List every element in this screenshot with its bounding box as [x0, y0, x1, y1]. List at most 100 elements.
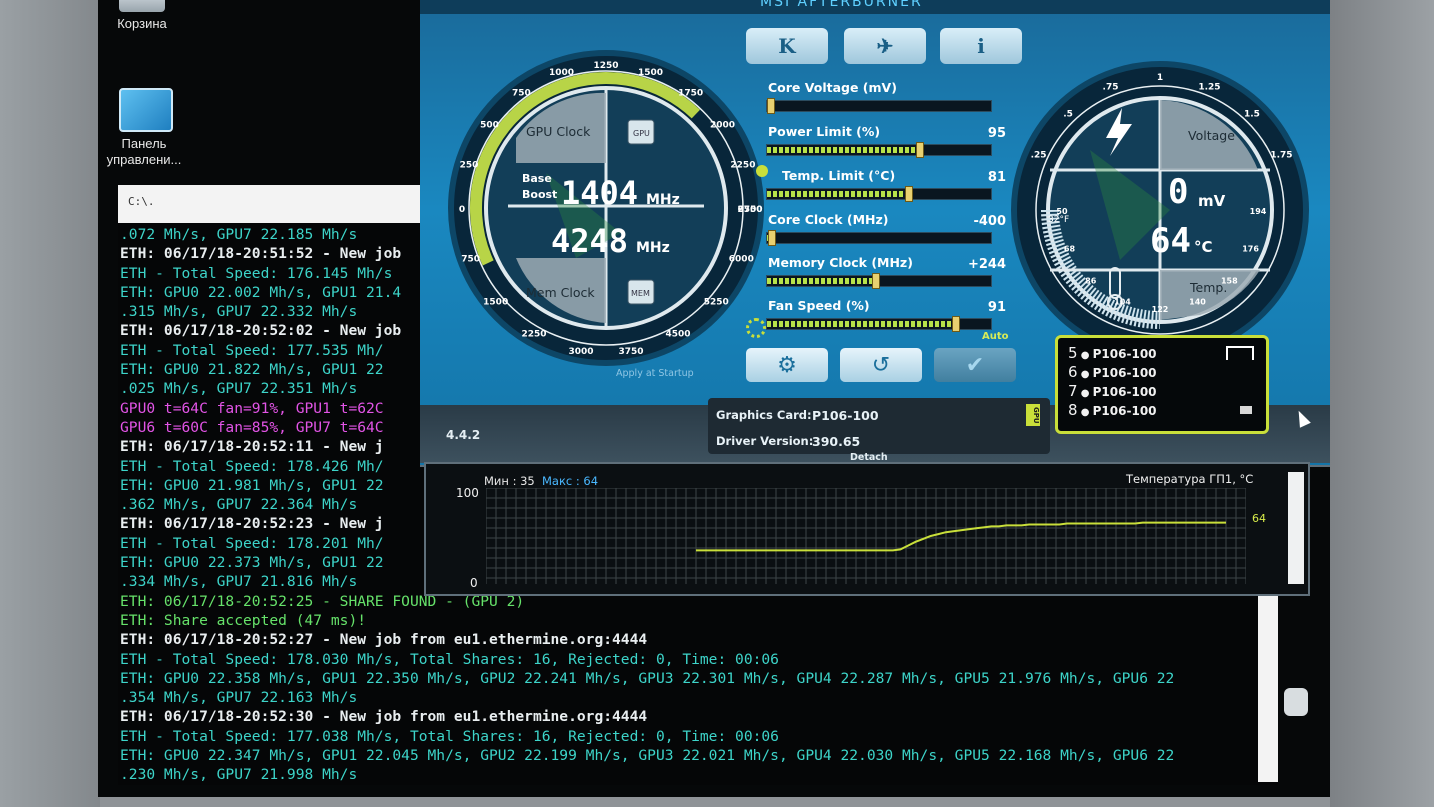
reset-button[interactable]: ↺	[840, 348, 922, 382]
console-line: ETH: 06/17/18-20:52:27 - New job from eu…	[120, 631, 648, 649]
console-title-bar[interactable]: C:\.	[118, 185, 433, 223]
gpu-name: P106-100	[1092, 385, 1157, 399]
gpu-number: 6	[1068, 363, 1078, 381]
gpu-chip-icon: GPU	[633, 129, 650, 138]
driver-version-label: Driver Version:	[716, 434, 814, 448]
graphics-card-label: Graphics Card:	[716, 408, 812, 422]
gpu-name: P106-100	[1092, 366, 1157, 380]
gpu-list-item[interactable]: 6 ● P106-100	[1068, 363, 1157, 381]
slider-label: Core Clock (MHz)	[768, 212, 889, 227]
link-icon[interactable]	[756, 165, 768, 177]
gauge-scale-label: 104	[1114, 298, 1131, 307]
slider-track[interactable]	[766, 186, 992, 202]
apply-at-startup-label[interactable]: Apply at Startup	[616, 368, 694, 379]
gpu-select-list[interactable]: 5 ● P106-100 6 ● P106-100 7 ● P106-100 8 ● …	[1055, 335, 1269, 434]
desktop-icon-label: Панель управлени...	[106, 136, 182, 167]
slider-fill	[767, 278, 875, 284]
console-icon: C:\.	[128, 195, 155, 208]
control-panel-icon	[119, 88, 173, 132]
gauge-scale-label: 1500	[483, 298, 508, 308]
gauge-scale-label: .75	[1103, 82, 1119, 92]
slider-thumb[interactable]	[871, 273, 880, 289]
gauge-scale-label: 0	[459, 205, 465, 215]
mem-clock-value: 4248	[551, 222, 628, 260]
mem-clock-unit: MHz	[636, 240, 670, 256]
apply-button[interactable]: ✔	[934, 348, 1016, 382]
gauge-scale-label: 500	[480, 120, 499, 130]
gpu-number: 5	[1068, 344, 1078, 362]
gauge-scale-label: 250	[460, 161, 479, 171]
slider-label: Temp. Limit (°C)	[782, 168, 896, 183]
gpu-number: 8	[1068, 401, 1078, 419]
temperature-plot	[486, 488, 1246, 584]
slider-label: Core Voltage (mV)	[768, 80, 897, 95]
gauge-scale-label: .25	[1031, 150, 1047, 160]
monitor-bezel-left	[0, 0, 100, 807]
collapse-icon[interactable]	[1240, 406, 1252, 414]
afterburner-title: MSI AFTERBURNER	[760, 0, 923, 10]
voltage-label: Voltage	[1188, 128, 1235, 143]
fan-auto-label[interactable]: Auto	[982, 331, 1009, 342]
version-label: 4.4.2	[446, 428, 481, 442]
slider-track[interactable]	[766, 273, 992, 289]
gauge-scale-label: 1.5	[1244, 110, 1260, 120]
graph-y-bottom: 0	[470, 576, 478, 590]
gpu-tab[interactable]: GPU	[1026, 404, 1040, 426]
gpu-bullet-icon: ●	[1077, 407, 1093, 418]
gauge-scale-label: 1250	[593, 61, 618, 71]
boost-label: Boost	[522, 188, 557, 201]
slider-label: Power Limit (%)	[768, 124, 881, 139]
slider-value: 91	[987, 300, 1006, 315]
slider-track[interactable]	[766, 316, 992, 332]
gauge-scale-label: 1.25	[1198, 82, 1220, 92]
gauge-scale-label: 1	[1157, 73, 1163, 83]
gpu-bullet-icon: ●	[1077, 369, 1093, 380]
slider-thumb[interactable]	[916, 142, 925, 158]
slider-fill	[767, 191, 909, 197]
slider-thumb[interactable]	[768, 230, 777, 246]
gpu-list-item[interactable]: 7 ● P106-100	[1068, 382, 1157, 400]
graph-scrollbar[interactable]	[1288, 472, 1304, 584]
fan-gear-icon[interactable]	[746, 318, 766, 338]
graph-min-label: Мин : 35	[484, 474, 535, 488]
slider-fill	[767, 147, 920, 153]
slider-value: +244	[967, 257, 1006, 272]
gauge-scale-label: .5	[1063, 110, 1073, 120]
info-button[interactable]: i	[940, 28, 1022, 64]
mem-chip-icon: MEM	[631, 289, 650, 298]
slider-track[interactable]	[766, 98, 992, 114]
recycle-bin-icon	[119, 0, 165, 12]
slider-thumb[interactable]	[952, 316, 961, 332]
gauge-scale-label: 2000	[710, 120, 735, 130]
gpu-clock-gauge: GPU Clock Mem Clock GPU MEM Base Boost 1…	[448, 50, 764, 366]
console-line: ETH: GPU0 22.347 Mh/s, GPU1 22.045 Mh/s,…	[120, 747, 1175, 765]
temp-unit: °C	[1194, 238, 1213, 256]
gauge-scale-label: 2250	[730, 161, 755, 171]
graph-y-top: 100	[456, 486, 479, 500]
slider-label: Memory Clock (MHz)	[768, 255, 913, 270]
afterburner-title-bar[interactable]: MSI AFTERBURNER	[420, 0, 1330, 14]
graph-title: Температура ГП1, °C	[1126, 472, 1254, 486]
mem-clock-label: Mem Clock	[526, 285, 595, 300]
desktop-icon-label: Корзина	[117, 16, 167, 31]
console-scrollbar[interactable]	[1258, 592, 1278, 782]
slider-track[interactable]	[766, 230, 992, 246]
slider-fill	[767, 321, 956, 327]
logo-button[interactable]: ✈	[844, 28, 926, 64]
slider-thumb[interactable]	[905, 186, 914, 202]
waveform-icon	[1226, 346, 1254, 360]
desktop-icon-control-panel[interactable]: Панель управлени...	[100, 88, 192, 168]
gauge-scale-label: 122	[1152, 305, 1169, 314]
gpu-list-item[interactable]: 8 ● P106-100	[1068, 401, 1157, 419]
gpu-list-item[interactable]: 5 ● P106-100	[1068, 344, 1157, 362]
graph-current-value: 64	[1252, 512, 1266, 525]
monitor-bezel-right	[1330, 0, 1434, 807]
slider-thumb[interactable]	[767, 98, 775, 114]
hardware-monitor-graph[interactable]: Мин : 35 Макс : 64 Температура ГП1, °C 1…	[424, 462, 1310, 596]
gpu-name: P106-100	[1092, 347, 1157, 361]
desktop-icon-recycle-bin[interactable]: Корзина	[106, 0, 178, 32]
voltage-unit: mV	[1198, 192, 1226, 210]
scroll-handle-icon[interactable]	[1284, 688, 1308, 716]
slider-track[interactable]	[766, 142, 992, 158]
settings-button[interactable]: ⚙	[746, 348, 828, 382]
